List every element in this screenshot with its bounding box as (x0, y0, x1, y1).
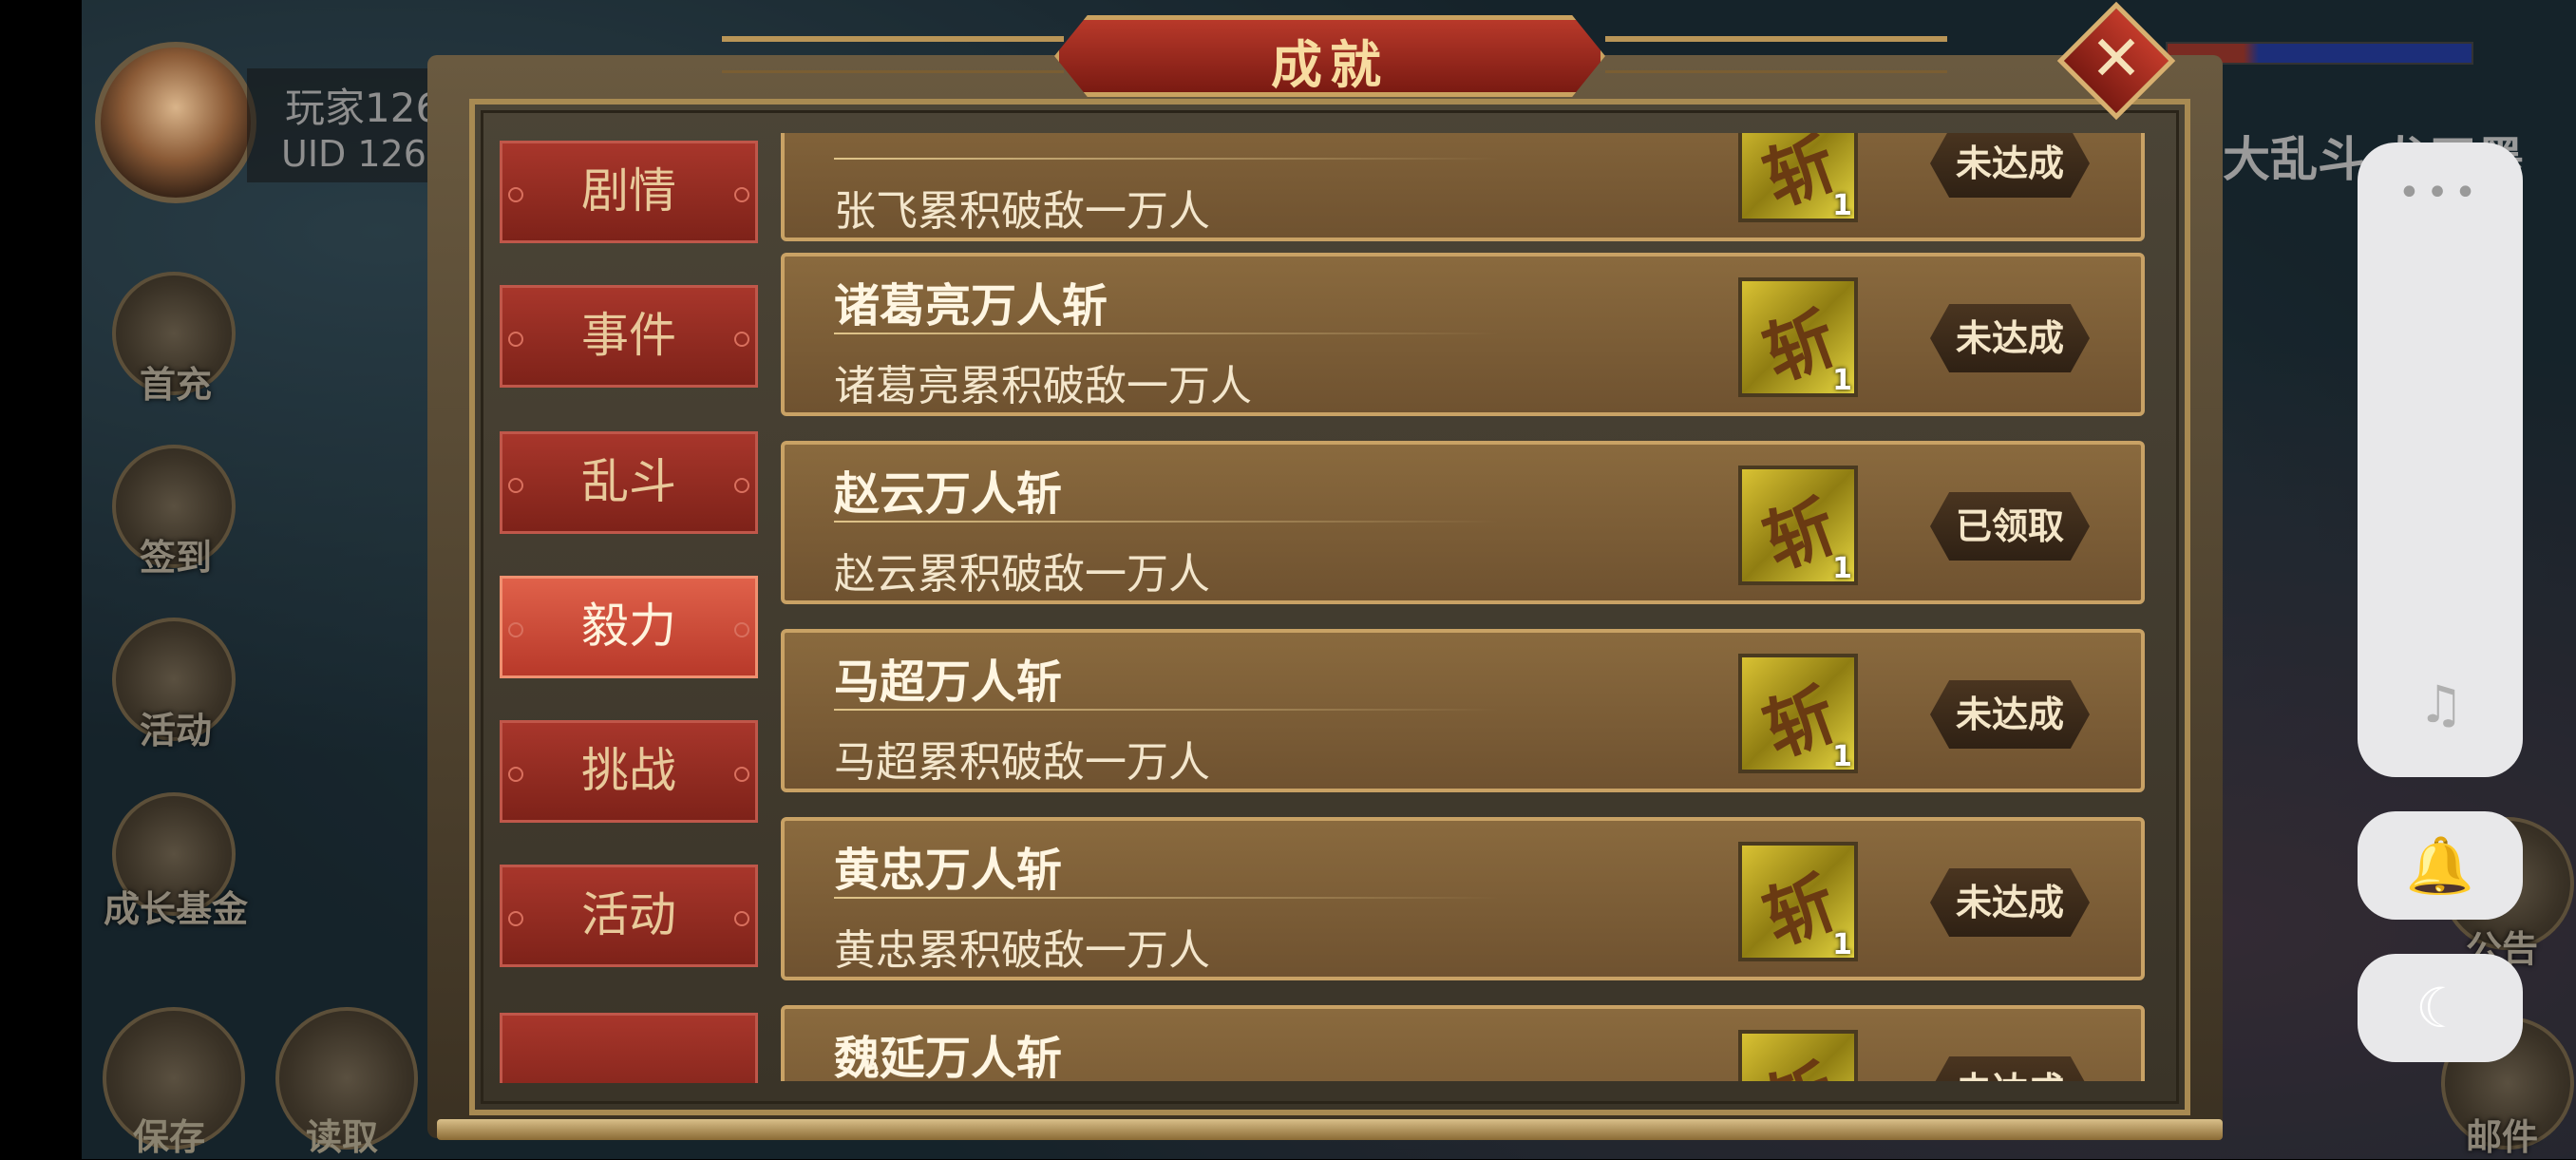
tab-ornament-icon (734, 332, 749, 347)
panel-bottom-rail (437, 1119, 2223, 1140)
mail-label: 邮件 (2465, 1116, 2538, 1158)
tab-label: 剧情 (581, 163, 676, 219)
tab-ornament-icon (734, 911, 749, 926)
music-off-icon[interactable]: ♫ (2413, 676, 2470, 733)
achievement-row: 黄忠万人斩 黄忠累积破敌一万人 斩 1 未达成 (781, 817, 2145, 980)
achievement-desc: 张飞累积破敌一万人 (834, 187, 1210, 236)
first-charge-label: 首充 (139, 364, 212, 406)
save-label: 保存 (133, 1116, 206, 1158)
tab-event[interactable]: 事件 (500, 285, 758, 388)
reward-item-icon[interactable]: 斩 1 (1738, 842, 1858, 961)
status-button[interactable]: 未达成 (1930, 1056, 2090, 1081)
achievement-row: 赵云万人斩 赵云累积破敌一万人 斩 1 已领取 (781, 441, 2145, 604)
achievement-desc: 诸葛亮累积破敌一万人 (834, 362, 1252, 410)
row-divider (834, 897, 1499, 899)
tab-ornament-icon (508, 478, 523, 493)
category-tabs: 剧情 事件 乱斗 毅力 挑战 活动 (494, 124, 769, 1083)
tab-ornament-icon (734, 767, 749, 782)
tab-ornament-icon (734, 187, 749, 202)
status-button[interactable]: 未达成 (1930, 133, 2090, 198)
moon-button[interactable]: ☾ (2358, 954, 2523, 1062)
achievement-title: 马超万人斩 (834, 656, 1063, 709)
tab-partial[interactable] (500, 1013, 758, 1083)
status-button[interactable]: 未达成 (1930, 680, 2090, 749)
tab-challenge[interactable]: 挑战 (500, 720, 758, 823)
row-divider (834, 709, 1499, 711)
achievement-row: 魏延万人斩 斩 未达成 (781, 1005, 2145, 1081)
tab-label: 事件 (581, 308, 676, 363)
moon-icon: ☾ (2415, 976, 2465, 1040)
tab-ornament-icon (508, 767, 523, 782)
tab-activity[interactable]: 活动 (500, 865, 758, 967)
reward-item-icon[interactable]: 斩 1 (1738, 654, 1858, 773)
close-icon[interactable]: ✕ (2074, 17, 2158, 101)
reward-count: 1 (1832, 740, 1852, 773)
tab-label: 活动 (581, 887, 676, 942)
tab-label: 毅力 (581, 599, 676, 654)
reward-item-icon[interactable]: 斩 1 (1738, 466, 1858, 585)
achievement-title: 黄忠万人斩 (834, 844, 1063, 897)
achievement-row: 马超万人斩 马超累积破敌一万人 斩 1 未达成 (781, 629, 2145, 792)
tab-ornament-icon (508, 911, 523, 926)
achievement-row: 诸葛亮万人斩 诸葛亮累积破敌一万人 斩 1 未达成 (781, 253, 2145, 416)
title-ornament-left (722, 36, 1064, 73)
bell-icon: 🔔 (2405, 833, 2475, 898)
page-title: 成就 (1271, 34, 1389, 95)
achievement-desc: 马超累积破敌一万人 (834, 738, 1210, 787)
achievement-desc: 黄忠累积破敌一万人 (834, 926, 1210, 975)
reward-count: 1 (1832, 364, 1852, 397)
reward-count: 1 (1832, 189, 1852, 222)
reward-item-icon[interactable]: 斩 (1738, 1030, 1858, 1081)
achievement-title: 赵云万人斩 (834, 467, 1063, 521)
load-label: 读取 (306, 1116, 379, 1158)
tab-ornament-icon (508, 332, 523, 347)
achievement-title: 诸葛亮万人斩 (834, 279, 1108, 333)
reward-item-icon[interactable]: 斩 1 (1738, 277, 1858, 397)
tab-ornament-icon (508, 622, 523, 637)
tab-label: 乱斗 (581, 454, 676, 509)
reward-item-icon[interactable]: 斩 1 (1738, 133, 1858, 222)
title-ornament-right (1605, 36, 1947, 73)
row-divider (834, 333, 1499, 334)
tab-ornament-icon (734, 478, 749, 493)
bell-button[interactable]: 🔔 (2358, 811, 2523, 920)
reward-count: 1 (1832, 552, 1852, 585)
achievement-list[interactable]: 张飞累积破敌一万人 斩 1 未达成 诸葛亮万人斩 诸葛亮累积破敌一万人 斩 1 … (781, 133, 2145, 1081)
status-button[interactable]: 已领取 (1930, 492, 2090, 561)
tab-story[interactable]: 剧情 (500, 141, 758, 243)
achievement-row: 张飞累积破敌一万人 斩 1 未达成 (781, 133, 2145, 241)
activity-label: 活动 (139, 710, 212, 751)
player-avatar[interactable] (95, 42, 256, 203)
more-icon[interactable]: ••• (2358, 171, 2523, 215)
reward-count: 1 (1832, 928, 1852, 961)
tab-perseverance[interactable]: 毅力 (500, 576, 758, 678)
status-button[interactable]: 未达成 (1930, 868, 2090, 937)
status-button[interactable]: 未达成 (1930, 304, 2090, 372)
tab-ornament-icon (508, 187, 523, 202)
sign-in-label: 签到 (139, 537, 212, 579)
growth-fund-label: 成长基金 (103, 888, 248, 930)
tab-label: 挑战 (581, 743, 676, 798)
achievement-title: 魏延万人斩 (834, 1032, 1063, 1081)
achievement-desc: 赵云累积破敌一万人 (834, 550, 1210, 599)
row-divider (834, 521, 1499, 523)
reward-glyph: 斩 (1729, 1027, 1868, 1081)
tab-ornament-icon (734, 622, 749, 637)
row-divider (834, 158, 1499, 160)
tab-melee[interactable]: 乱斗 (500, 431, 758, 534)
